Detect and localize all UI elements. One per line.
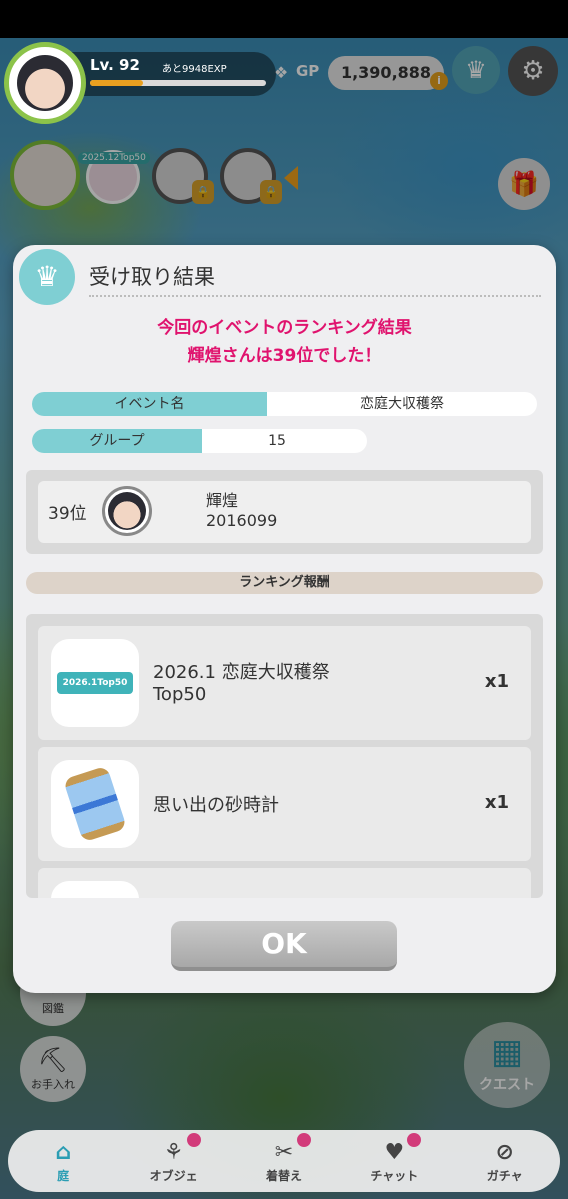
wardrobe-icon: ✂ [274, 1139, 294, 1165]
title-divider [89, 295, 541, 297]
exp-bar [90, 80, 266, 86]
player-id: 2016099 [206, 511, 278, 530]
nav-label: 着替え [265, 1168, 302, 1183]
home-icon: ⌂ [55, 1139, 72, 1165]
nav-label: オブジェ [149, 1168, 198, 1183]
reward-name-line2: Top50 [153, 684, 207, 705]
reward-item: 思い出の砂時計 x1 [38, 747, 531, 861]
trophy-ribbon-icon: 2026.1Top50 [57, 672, 133, 694]
reward-thumb [51, 760, 139, 848]
level-panel[interactable]: Lv. 92 あと9948EXP [70, 52, 276, 96]
player-avatar-main[interactable] [4, 42, 86, 124]
reward-thumb: 2026.1Top50 [51, 639, 139, 727]
result-line-2: 輝煌さんは39位でした！ [187, 346, 382, 366]
reward-qty: x1 [484, 671, 509, 692]
nav-label: ガチャ [486, 1168, 523, 1183]
reward-item [38, 868, 531, 898]
group-row: グループ 15 [32, 429, 367, 453]
reward-header: ランキング報酬 [26, 572, 543, 594]
event-name-label: イベント名 [32, 392, 267, 416]
crown-icon: ♛ [19, 249, 75, 305]
avatar-face [108, 492, 146, 530]
reward-qty: x1 [484, 792, 509, 813]
nav-item-chat[interactable]: ♥ チャット [349, 1132, 439, 1184]
nav-item-object[interactable]: ⚘ オブジェ [129, 1132, 219, 1184]
nav-item-wardrobe[interactable]: ✂ 着替え [239, 1132, 329, 1184]
reward-name-line1: 思い出の砂時計 [153, 795, 279, 816]
nav-item-gacha[interactable]: ⊘ ガチャ [460, 1139, 550, 1184]
player-rank-card: 39位 輝煌 2016099 [38, 481, 531, 543]
nav-label: チャット [370, 1168, 419, 1183]
event-name-value: 恋庭大収穫祭 [360, 396, 444, 412]
notification-badge [296, 1132, 311, 1147]
hourglass-icon [62, 765, 128, 843]
rank-text: 39位 [48, 504, 87, 524]
modal-title: 受け取り結果 [89, 265, 215, 289]
group-label: グループ [32, 429, 202, 453]
notification-badge [186, 1132, 201, 1147]
group-value: 15 [268, 433, 286, 449]
chat-icon: ♥ [384, 1139, 405, 1165]
exp-bar-fill [90, 80, 143, 86]
avatar-face [17, 55, 73, 111]
reward-thumb [51, 881, 139, 898]
nav-item-garden[interactable]: ⌂ 庭 [18, 1139, 108, 1184]
exp-remaining-text: あと9948EXP [162, 64, 227, 75]
event-name-row: イベント名 恋庭大収穫祭 [32, 392, 537, 416]
player-rank-box: 39位 輝煌 2016099 [26, 470, 543, 554]
level-text: Lv. 92 [90, 56, 140, 74]
ok-button[interactable]: OK [171, 921, 397, 971]
reward-item: 2026.1Top50 2026.1 恋庭大収穫祭 Top50 x1 [38, 626, 531, 740]
player-name: 輝煌 [206, 491, 239, 510]
gacha-icon: ⊘ [495, 1139, 514, 1165]
reward-name-line1: 2026.1 恋庭大収穫祭 [153, 662, 330, 683]
result-line-1: 今回のイベントのランキング結果 [157, 318, 412, 338]
bottom-nav: ⌂ 庭 ⚘ オブジェ ✂ 着替え ♥ チャット ⊘ ガチャ [8, 1130, 560, 1192]
result-modal: ♛ 受け取り結果 今回のイベントのランキング結果 輝煌さんは39位でした！ イベ… [13, 245, 556, 993]
nav-label: 庭 [57, 1168, 70, 1183]
notification-badge [407, 1132, 422, 1147]
player-avatar [102, 486, 152, 536]
object-icon: ⚘ [163, 1139, 184, 1165]
rewards-list[interactable]: 2026.1Top50 2026.1 恋庭大収穫祭 Top50 x1 思い出の砂… [26, 614, 543, 898]
